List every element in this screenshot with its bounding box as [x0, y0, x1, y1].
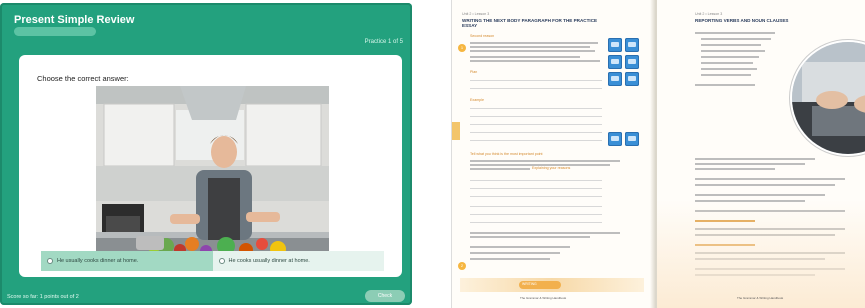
step-badge-2: 2	[458, 262, 466, 270]
step-badge-1: 1	[458, 44, 466, 52]
left-page: Unit 2 • Lesson 3 WRITING THE NEXT BODY …	[452, 0, 655, 308]
label-important-point: Tell what you think is the most importan…	[470, 152, 543, 156]
side-tab	[452, 122, 460, 140]
check-button[interactable]: Check	[365, 290, 405, 302]
quiz-panel: Present Simple Review Practice 1 of 5 Ch…	[0, 3, 412, 305]
document-icon[interactable]	[608, 55, 622, 69]
label-example: Example	[470, 98, 484, 102]
explaining-reasons-link: Explaining your reasons	[532, 166, 571, 170]
quiz-progress: Practice 1 of 5	[364, 39, 403, 45]
score-text: Score so far: 1 points out of 2	[7, 294, 79, 300]
right-footer-band	[657, 200, 865, 308]
right-section-label: Unit 2 • Lesson 3	[695, 12, 723, 16]
kitchen-photo	[96, 86, 329, 271]
answer-1-label: He usually cooks dinner at home.	[57, 258, 139, 264]
writing-pill-label: WRITING	[522, 282, 537, 286]
label-plan: Plan	[470, 70, 478, 74]
answer-options: He usually cooks dinner at home. He cook…	[41, 251, 384, 271]
notes-icon[interactable]	[625, 55, 639, 69]
right-footer-text: The Grammar & Writing Handbook	[737, 296, 784, 300]
grid-icon[interactable]	[625, 132, 639, 146]
label-second-reason: Second reason	[470, 34, 495, 38]
radio-unselected-icon[interactable]	[218, 258, 225, 264]
answer-option-2[interactable]: He cooks usually dinner at home.	[212, 251, 384, 271]
left-section-label: Unit 2 • Lesson 3	[462, 12, 490, 16]
left-heading: WRITING THE NEXT BODY PARAGRAPH FOR THE …	[462, 18, 598, 28]
help-icon[interactable]	[625, 72, 639, 86]
question-card: Choose the correct answer: He usually co…	[19, 55, 402, 277]
answer-option-1[interactable]: He usually cooks dinner at home.	[41, 251, 213, 271]
book-icon[interactable]	[608, 132, 622, 146]
right-heading: REPORTING VERBS AND NOUN CLAUSES	[695, 18, 789, 23]
quiz-title: Present Simple Review	[14, 14, 135, 26]
video-icon[interactable]	[608, 38, 622, 52]
chat-icon[interactable]	[608, 72, 622, 86]
quiz-subtitle	[14, 27, 96, 36]
audio-icon[interactable]	[625, 38, 639, 52]
left-footer-text: The Grammar & Writing Handbook	[520, 296, 567, 300]
question-text: Choose the correct answer:	[37, 74, 129, 83]
answer-2-label: He cooks usually dinner at home.	[228, 258, 310, 264]
book-spread: Unit 2 • Lesson 3 WRITING THE NEXT BODY …	[451, 0, 865, 308]
radio-selected-icon[interactable]	[47, 258, 53, 264]
